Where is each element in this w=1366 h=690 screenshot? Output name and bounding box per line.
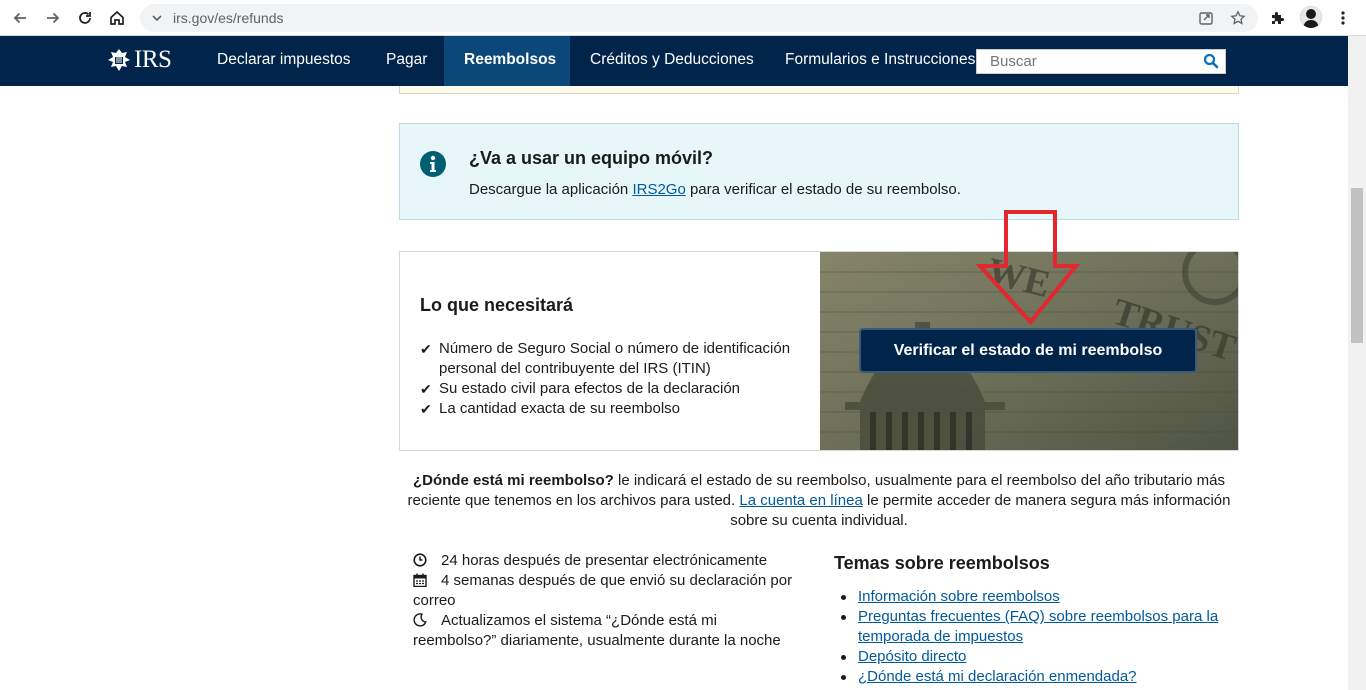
- list-item: ✔ Número de Seguro Social o número de ide…: [420, 339, 805, 379]
- what-you-need-title: Lo que necesitará: [420, 295, 574, 315]
- checkmark-icon: ✔: [420, 381, 432, 397]
- clock-icon: [413, 553, 427, 567]
- red-down-arrow-annotation: [975, 210, 1081, 326]
- address-bar[interactable]: irs.gov/es/refunds: [140, 4, 1258, 32]
- moon-icon: [413, 613, 427, 627]
- mobile-info-title: ¿Va a usar un equipo móvil?: [469, 148, 714, 168]
- search-input[interactable]: [977, 50, 1197, 73]
- list-item-text: La cantidad exacta de su reembolso: [439, 400, 680, 417]
- nav-formularios-instrucciones[interactable]: Formularios e Instrucciones: [765, 36, 995, 86]
- extensions-puzzle-icon[interactable]: [1266, 6, 1290, 30]
- mobile-info-text: Descargue la aplicación IRS2Go para veri…: [469, 181, 961, 198]
- checkmark-icon: ✔: [420, 401, 432, 417]
- site-header: IRS Declarar impuestos Pagar Reembolsos …: [0, 36, 1366, 86]
- list-item: Actualizamos el sistema “¿Dónde está mi …: [413, 611, 795, 651]
- page-scrollbar[interactable]: [1348, 36, 1366, 690]
- back-icon[interactable]: [8, 6, 32, 30]
- update-timeline-list: 24 horas después de presentar electrónic…: [413, 551, 795, 651]
- list-item-text: Su estado civil para efectos de la decla…: [439, 380, 741, 397]
- list-item: Depósito directo: [834, 647, 1234, 667]
- nav-declarar-impuestos[interactable]: Declarar impuestos: [197, 36, 371, 86]
- nav-pagar[interactable]: Pagar: [366, 36, 447, 86]
- profile-avatar[interactable]: [1300, 6, 1322, 28]
- search-box: [976, 49, 1226, 74]
- online-account-link[interactable]: La cuenta en línea: [739, 492, 862, 509]
- refund-topics-title: Temas sobre reembolsos: [834, 553, 1050, 573]
- home-icon[interactable]: [105, 6, 129, 30]
- site-info-icon[interactable]: [149, 10, 165, 26]
- list-item-text: 24 horas después de presentar electrónic…: [441, 552, 768, 569]
- checkmark-icon: ✔: [420, 341, 432, 357]
- nav-reembolsos[interactable]: Reembolsos: [444, 36, 570, 86]
- mobile-info-text-start: Descargue la aplicación: [469, 181, 633, 198]
- wmr-description: ¿Dónde está mi reembolso? le indicará el…: [405, 471, 1233, 531]
- verify-refund-status-button[interactable]: Verificar el estado de mi reembolso: [859, 328, 1197, 373]
- list-item: ¿Dónde está mi declaración enmendada?: [834, 667, 1234, 687]
- wmr-bold-text: ¿Dónde está mi reembolso?: [412, 472, 614, 489]
- mobile-info-alert: ¿Va a usar un equipo móvil? Descargue la…: [399, 123, 1239, 220]
- irs2go-link[interactable]: IRS2Go: [632, 181, 685, 198]
- calendar-icon: [413, 573, 427, 587]
- browser-toolbar: irs.gov/es/refunds: [0, 0, 1366, 36]
- share-icon[interactable]: [1198, 10, 1214, 26]
- list-item: 24 horas después de presentar electrónic…: [413, 551, 795, 571]
- list-item-text: Actualizamos el sistema “¿Dónde está mi …: [413, 612, 781, 649]
- list-item: Preguntas frecuentes (FAQ) sobre reembol…: [834, 607, 1234, 647]
- mobile-info-text-end: para verificar el estado de su reembolso…: [685, 181, 961, 198]
- topic-link-amended-return[interactable]: ¿Dónde está mi declaración enmendada?: [858, 668, 1137, 685]
- list-item: ✔ La cantidad exacta de su reembolso: [420, 399, 805, 419]
- list-item-text: Número de Seguro Social o número de iden…: [439, 340, 791, 377]
- refund-topics-list: Información sobre reembolsos Preguntas f…: [834, 587, 1234, 687]
- what-you-need-list: ✔ Número de Seguro Social o número de ide…: [420, 339, 805, 419]
- irs-eagle-icon: [108, 49, 130, 71]
- topic-link-refund-info[interactable]: Información sobre reembolsos: [858, 588, 1060, 605]
- scrollbar-thumb[interactable]: [1351, 188, 1363, 343]
- list-item: 4 semanas después de que envió su declar…: [413, 571, 795, 611]
- topic-link-refund-faq[interactable]: Preguntas frecuentes (FAQ) sobre reembol…: [858, 608, 1218, 645]
- reload-icon[interactable]: [73, 6, 97, 30]
- info-icon: [420, 151, 446, 177]
- irs-logo-text: IRS: [134, 46, 172, 73]
- what-you-need-panel: Lo que necesitará ✔ Número de Seguro Soci…: [399, 251, 820, 451]
- bookmark-star-icon[interactable]: [1230, 10, 1246, 26]
- browser-menu-icon[interactable]: [1331, 6, 1355, 30]
- nav-creditos-deducciones[interactable]: Créditos y Deducciones: [570, 36, 774, 86]
- irs-logo[interactable]: IRS: [106, 46, 172, 73]
- url-text[interactable]: irs.gov/es/refunds: [173, 10, 284, 26]
- forward-icon[interactable]: [41, 6, 65, 30]
- topic-link-direct-deposit[interactable]: Depósito directo: [858, 648, 966, 665]
- list-item: ✔ Su estado civil para efectos de la decl…: [420, 379, 805, 399]
- search-icon[interactable]: [1203, 53, 1219, 69]
- alert-box-bottom-edge: [399, 86, 1239, 94]
- list-item-text: 4 semanas después de que envió su declar…: [413, 572, 793, 609]
- list-item: Información sobre reembolsos: [834, 587, 1234, 607]
